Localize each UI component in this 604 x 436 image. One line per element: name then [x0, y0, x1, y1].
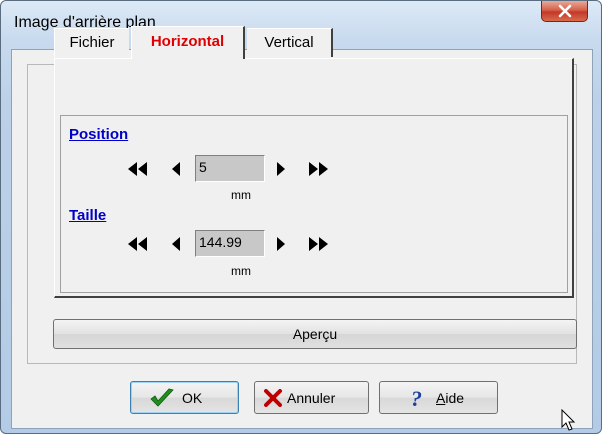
annuler-button[interactable]: Annuler — [254, 381, 369, 414]
position-value-field[interactable]: 5 — [195, 155, 265, 182]
apercu-button[interactable]: Aperçu — [53, 319, 577, 349]
ok-button[interactable]: OK — [130, 381, 239, 414]
position-label[interactable]: Position — [69, 126, 128, 143]
position-fast-decrease-icon[interactable] — [128, 162, 148, 176]
tab-vertical[interactable]: Vertical — [247, 28, 333, 57]
tab-horizontal[interactable]: Horizontal — [131, 26, 245, 59]
taille-unit: mm — [231, 264, 251, 278]
taille-value-field[interactable]: 144.99 — [195, 230, 265, 257]
position-fast-increase-icon[interactable] — [308, 162, 328, 176]
taille-fast-decrease-icon[interactable] — [128, 237, 148, 251]
taille-decrease-icon[interactable] — [172, 237, 181, 251]
close-icon — [558, 4, 572, 18]
cross-icon — [264, 389, 282, 407]
position-decrease-icon[interactable] — [172, 162, 181, 176]
aide-button[interactable]: ? Aide — [379, 381, 498, 414]
close-button[interactable] — [541, 1, 588, 22]
dialog-window: Image d'arrière plan Fichier Horizontal … — [0, 0, 602, 434]
taille-label[interactable]: Taille — [69, 207, 106, 224]
taille-increase-icon[interactable] — [276, 237, 285, 251]
checkmark-icon — [150, 388, 174, 407]
position-increase-icon[interactable] — [276, 162, 285, 176]
position-unit: mm — [231, 188, 251, 202]
tab-fichier[interactable]: Fichier — [54, 28, 129, 57]
question-mark-icon: ? — [411, 387, 422, 409]
taille-fast-increase-icon[interactable] — [308, 237, 328, 251]
aide-label: Aide — [436, 390, 465, 406]
svg-text:?: ? — [411, 387, 422, 409]
ok-label: OK — [182, 390, 203, 406]
annuler-label: Annuler — [287, 390, 336, 406]
mouse-cursor-icon — [561, 409, 576, 431]
horizontal-settings-group — [60, 115, 568, 293]
